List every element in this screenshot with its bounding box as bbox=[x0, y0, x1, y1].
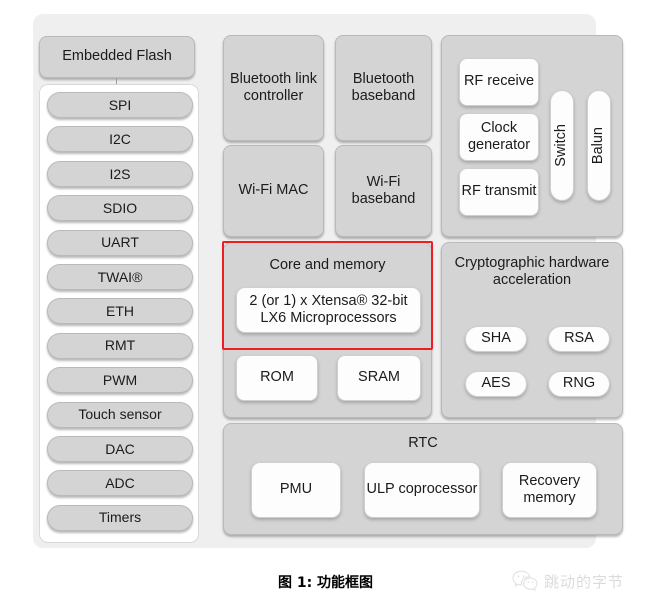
rf-receive-label: RF receive bbox=[463, 73, 535, 90]
peripheral-spi[interactable]: SPI bbox=[47, 92, 193, 118]
peripheral-sdio[interactable]: SDIO bbox=[47, 195, 193, 222]
peripheral-label: RMT bbox=[104, 337, 136, 354]
wifi-baseband-label: Wi-Fi baseband bbox=[351, 173, 416, 207]
recovery-memory-label: Recovery memory bbox=[518, 472, 581, 506]
xtensa-label: 2 (or 1) x Xtensa® 32-bit LX6 Microproce… bbox=[249, 292, 408, 326]
peripheral-i2c[interactable]: I2C bbox=[47, 126, 193, 153]
block-embedded-flash[interactable]: Embedded Flash bbox=[39, 36, 195, 78]
block-rom[interactable]: ROM bbox=[236, 355, 318, 401]
block-bluetooth-link-controller[interactable]: Bluetooth link controller bbox=[223, 35, 324, 141]
block-bluetooth-baseband[interactable]: Bluetooth baseband bbox=[335, 35, 432, 141]
rom-label: ROM bbox=[260, 369, 294, 386]
block-rng[interactable]: RNG bbox=[548, 371, 610, 397]
peripheral-dac[interactable]: DAC bbox=[47, 435, 193, 462]
rtc-section-title: RTC bbox=[408, 435, 438, 451]
rsa-label: RSA bbox=[564, 330, 594, 347]
wechat-icon bbox=[512, 570, 538, 592]
peripheral-timers[interactable]: Timers bbox=[47, 504, 193, 531]
block-pmu[interactable]: PMU bbox=[251, 462, 341, 518]
block-rsa[interactable]: RSA bbox=[548, 326, 610, 352]
peripheral-label: TWAI® bbox=[97, 268, 143, 285]
peripheral-eth[interactable]: ETH bbox=[47, 298, 193, 325]
peripheral-pwm[interactable]: PWM bbox=[47, 367, 193, 394]
block-switch[interactable]: Switch bbox=[550, 90, 574, 201]
block-recovery-memory[interactable]: Recovery memory bbox=[502, 462, 597, 518]
rtc-section: RTC PMU ULP coprocessor Recovery memory bbox=[223, 423, 623, 535]
peripheral-twai[interactable]: TWAI® bbox=[47, 263, 193, 290]
peripheral-label: I2C bbox=[109, 131, 131, 148]
block-clock-generator[interactable]: Clock generator bbox=[459, 113, 539, 161]
peripheral-rmt[interactable]: RMT bbox=[47, 332, 193, 359]
peripheral-label: I2S bbox=[109, 165, 131, 182]
embedded-flash-label: Embedded Flash bbox=[62, 48, 172, 65]
ulp-coprocessor-label: ULP coprocessor bbox=[366, 481, 478, 498]
block-ulp-coprocessor[interactable]: ULP coprocessor bbox=[364, 462, 480, 518]
peripheral-i2s[interactable]: I2S bbox=[47, 160, 193, 187]
sha-label: SHA bbox=[481, 330, 511, 347]
bluetooth-link-controller-label: Bluetooth link controller bbox=[229, 70, 318, 104]
peripheral-label: UART bbox=[101, 234, 139, 251]
rng-label: RNG bbox=[562, 375, 596, 392]
block-xtensa-microprocessors[interactable]: 2 (or 1) x Xtensa® 32-bit LX6 Microproce… bbox=[236, 287, 421, 333]
sram-label: SRAM bbox=[358, 369, 400, 386]
watermark: 跳动的字节 bbox=[512, 570, 624, 592]
block-rf-receive[interactable]: RF receive bbox=[459, 58, 539, 106]
clock-generator-label: Clock generator bbox=[467, 119, 531, 153]
cryptographic-hardware-acceleration-section: Cryptographic hardware acceleration SHA … bbox=[441, 242, 623, 418]
wifi-mac-label: Wi-Fi MAC bbox=[238, 182, 309, 199]
functional-block-diagram: Embedded Flash SPI I2C I2S SDIO UART TWA… bbox=[33, 14, 623, 548]
block-wifi-baseband[interactable]: Wi-Fi baseband bbox=[335, 145, 432, 237]
rf-transmit-label: RF transmit bbox=[461, 183, 537, 200]
crypto-section-title: Cryptographic hardware acceleration bbox=[454, 255, 610, 289]
pmu-label: PMU bbox=[279, 481, 313, 498]
watermark-text: 跳动的字节 bbox=[544, 572, 625, 591]
peripheral-label: DAC bbox=[105, 440, 135, 457]
core-and-memory-title: Core and memory bbox=[269, 257, 386, 273]
peripheral-label: Touch sensor bbox=[78, 406, 162, 423]
bluetooth-baseband-label: Bluetooth baseband bbox=[351, 70, 416, 104]
peripheral-label: PWM bbox=[102, 371, 138, 388]
block-sha[interactable]: SHA bbox=[465, 326, 527, 352]
peripheral-label: ADC bbox=[105, 475, 135, 492]
block-aes[interactable]: AES bbox=[465, 371, 527, 397]
core-and-memory-section: Core and memory 2 (or 1) x Xtensa® 32-bi… bbox=[223, 242, 432, 418]
block-wifi-mac[interactable]: Wi-Fi MAC bbox=[223, 145, 324, 237]
switch-label: Switch bbox=[553, 124, 570, 167]
peripheral-label: Timers bbox=[98, 509, 142, 526]
block-rf-transmit[interactable]: RF transmit bbox=[459, 168, 539, 216]
peripheral-uart[interactable]: UART bbox=[47, 229, 193, 256]
peripheral-label: SPI bbox=[108, 96, 132, 113]
block-sram[interactable]: SRAM bbox=[337, 355, 421, 401]
peripherals-panel: SPI I2C I2S SDIO UART TWAI® ETH RMT PWM … bbox=[39, 84, 199, 543]
peripheral-label: ETH bbox=[106, 303, 134, 320]
peripheral-adc[interactable]: ADC bbox=[47, 470, 193, 497]
aes-label: AES bbox=[481, 375, 511, 392]
peripheral-touch-sensor[interactable]: Touch sensor bbox=[47, 401, 193, 428]
rf-section: RF receive Clock generator RF transmit S… bbox=[441, 35, 623, 237]
block-balun[interactable]: Balun bbox=[587, 90, 611, 201]
peripheral-label: SDIO bbox=[102, 199, 138, 216]
balun-label: Balun bbox=[590, 126, 607, 165]
